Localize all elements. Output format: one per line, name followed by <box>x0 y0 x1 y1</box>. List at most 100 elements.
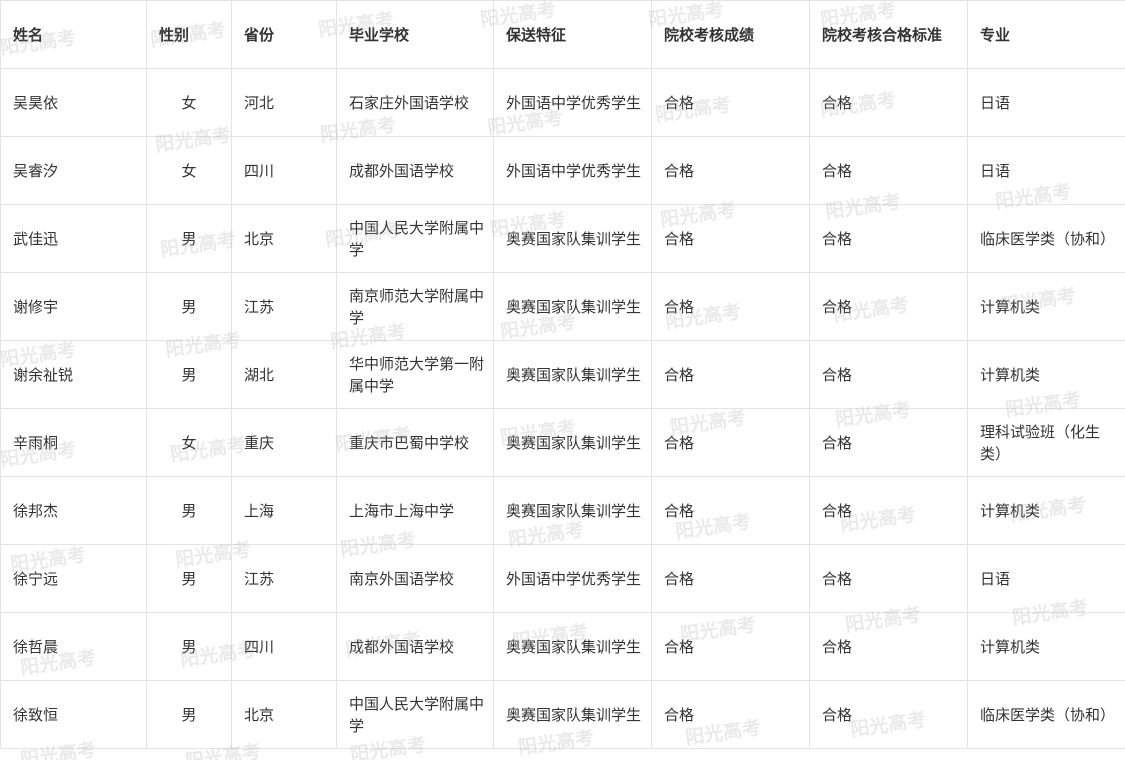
school-cell: 石家庄外国语学校 <box>336 68 494 137</box>
school-cell: 中国人民大学附属中学 <box>336 680 494 749</box>
standard-cell: 合格 <box>809 544 968 613</box>
standard-cell: 合格 <box>809 272 968 341</box>
gender-cell: 男 <box>146 340 232 409</box>
header-gender: 性别 <box>146 0 232 69</box>
score-cell: 合格 <box>651 408 810 477</box>
gender-cell: 女 <box>146 136 232 205</box>
province-cell: 北京 <box>231 204 337 273</box>
feature-cell: 奥赛国家队集训学生 <box>493 340 652 409</box>
standard-cell: 合格 <box>809 680 968 749</box>
name-cell: 武佳迅 <box>0 204 147 273</box>
feature-cell: 外国语中学优秀学生 <box>493 136 652 205</box>
feature-cell: 外国语中学优秀学生 <box>493 68 652 137</box>
standard-cell: 合格 <box>809 408 968 477</box>
standard-cell: 合格 <box>809 204 968 273</box>
name-cell: 谢修宇 <box>0 272 147 341</box>
header-school: 毕业学校 <box>336 0 494 69</box>
score-cell: 合格 <box>651 612 810 681</box>
header-feature: 保送特征 <box>493 0 652 69</box>
province-cell: 四川 <box>231 612 337 681</box>
province-cell: 江苏 <box>231 272 337 341</box>
province-cell: 四川 <box>231 136 337 205</box>
standard-cell: 合格 <box>809 136 968 205</box>
header-province: 省份 <box>231 0 337 69</box>
table-row: 吴睿汐女四川 成都外国语学校 外国语中学优秀学生 合格 合格 日语 <box>0 136 1125 205</box>
standard-cell: 合格 <box>809 340 968 409</box>
major-cell: 临床医学类（协和） <box>967 680 1125 749</box>
standard-cell: 合格 <box>809 68 968 137</box>
province-cell: 河北 <box>231 68 337 137</box>
header-name: 姓名 <box>0 0 147 69</box>
feature-cell: 奥赛国家队集训学生 <box>493 680 652 749</box>
school-cell: 中国人民大学附属中学 <box>336 204 494 273</box>
major-cell: 日语 <box>967 68 1125 137</box>
feature-cell: 奥赛国家队集训学生 <box>493 408 652 477</box>
name-cell: 辛雨桐 <box>0 408 147 477</box>
name-cell: 吴睿汐 <box>0 136 147 205</box>
gender-cell: 男 <box>146 680 232 749</box>
name-cell: 徐哲晨 <box>0 612 147 681</box>
header-standard: 院校考核合格标准 <box>809 0 968 69</box>
feature-cell: 奥赛国家队集训学生 <box>493 476 652 545</box>
major-cell: 临床医学类（协和） <box>967 204 1125 273</box>
province-cell: 重庆 <box>231 408 337 477</box>
province-cell: 江苏 <box>231 544 337 613</box>
gender-cell: 女 <box>146 408 232 477</box>
major-cell: 日语 <box>967 544 1125 613</box>
feature-cell: 奥赛国家队集训学生 <box>493 612 652 681</box>
school-cell: 成都外国语学校 <box>336 136 494 205</box>
gender-cell: 男 <box>146 476 232 545</box>
score-cell: 合格 <box>651 544 810 613</box>
major-cell: 理科试验班（化生类） <box>967 408 1125 477</box>
score-cell: 合格 <box>651 136 810 205</box>
major-cell: 计算机类 <box>967 340 1125 409</box>
header-major: 专业 <box>967 0 1125 69</box>
school-cell: 南京师范大学附属中学 <box>336 272 494 341</box>
table-row: 徐致恒男北京 中国人民大学附属中学 奥赛国家队集训学生 合格 合格 临床医学类（协和） <box>0 680 1125 749</box>
gender-cell: 男 <box>146 612 232 681</box>
table-row: 徐宁远男江苏 南京外国语学校 外国语中学优秀学生 合格 合格 日语 <box>0 544 1125 613</box>
province-cell: 北京 <box>231 680 337 749</box>
name-cell: 徐致恒 <box>0 680 147 749</box>
major-cell: 计算机类 <box>967 612 1125 681</box>
major-cell: 日语 <box>967 136 1125 205</box>
table-row: 谢余祉锐男湖北 华中师范大学第一附属中学 奥赛国家队集训学生 合格 合格 计算机类 <box>0 340 1125 409</box>
standard-cell: 合格 <box>809 612 968 681</box>
table-row: 谢修宇男江苏 南京师范大学附属中学 奥赛国家队集训学生 合格 合格 计算机类 <box>0 272 1125 341</box>
table-row: 辛雨桐女重庆 重庆市巴蜀中学校 奥赛国家队集训学生 合格 合格 理科试验班（化生类） <box>0 408 1125 477</box>
table-header-row: 姓名 性别 省份 毕业学校 保送特征 院校考核成绩 院校考核合格标准 专业 <box>0 0 1125 69</box>
table-row: 徐邦杰男上海 上海市上海中学 奥赛国家队集训学生 合格 合格 计算机类 <box>0 476 1125 545</box>
major-cell: 计算机类 <box>967 272 1125 341</box>
gender-cell: 男 <box>146 272 232 341</box>
name-cell: 吴昊依 <box>0 68 147 137</box>
name-cell: 谢余祉锐 <box>0 340 147 409</box>
table-row: 武佳迅男北京 中国人民大学附属中学 奥赛国家队集训学生 合格 合格 临床医学类（协和） <box>0 204 1125 273</box>
name-cell: 徐邦杰 <box>0 476 147 545</box>
table-row: 吴昊依女河北 石家庄外国语学校 外国语中学优秀学生 合格 合格 日语 <box>0 68 1125 137</box>
score-cell: 合格 <box>651 340 810 409</box>
name-cell: 徐宁远 <box>0 544 147 613</box>
feature-cell: 奥赛国家队集训学生 <box>493 272 652 341</box>
feature-cell: 外国语中学优秀学生 <box>493 544 652 613</box>
feature-cell: 奥赛国家队集训学生 <box>493 204 652 273</box>
score-cell: 合格 <box>651 476 810 545</box>
score-cell: 合格 <box>651 680 810 749</box>
gender-cell: 男 <box>146 544 232 613</box>
province-cell: 上海 <box>231 476 337 545</box>
table-row: 徐哲晨男四川 成都外国语学校 奥赛国家队集训学生 合格 合格 计算机类 <box>0 612 1125 681</box>
admission-table: 姓名 性别 省份 毕业学校 保送特征 院校考核成绩 院校考核合格标准 专业 吴昊… <box>0 0 1125 749</box>
school-cell: 重庆市巴蜀中学校 <box>336 408 494 477</box>
school-cell: 南京外国语学校 <box>336 544 494 613</box>
standard-cell: 合格 <box>809 476 968 545</box>
score-cell: 合格 <box>651 204 810 273</box>
gender-cell: 男 <box>146 204 232 273</box>
score-cell: 合格 <box>651 68 810 137</box>
score-cell: 合格 <box>651 272 810 341</box>
header-score: 院校考核成绩 <box>651 0 810 69</box>
school-cell: 华中师范大学第一附属中学 <box>336 340 494 409</box>
major-cell: 计算机类 <box>967 476 1125 545</box>
school-cell: 上海市上海中学 <box>336 476 494 545</box>
gender-cell: 女 <box>146 68 232 137</box>
province-cell: 湖北 <box>231 340 337 409</box>
school-cell: 成都外国语学校 <box>336 612 494 681</box>
